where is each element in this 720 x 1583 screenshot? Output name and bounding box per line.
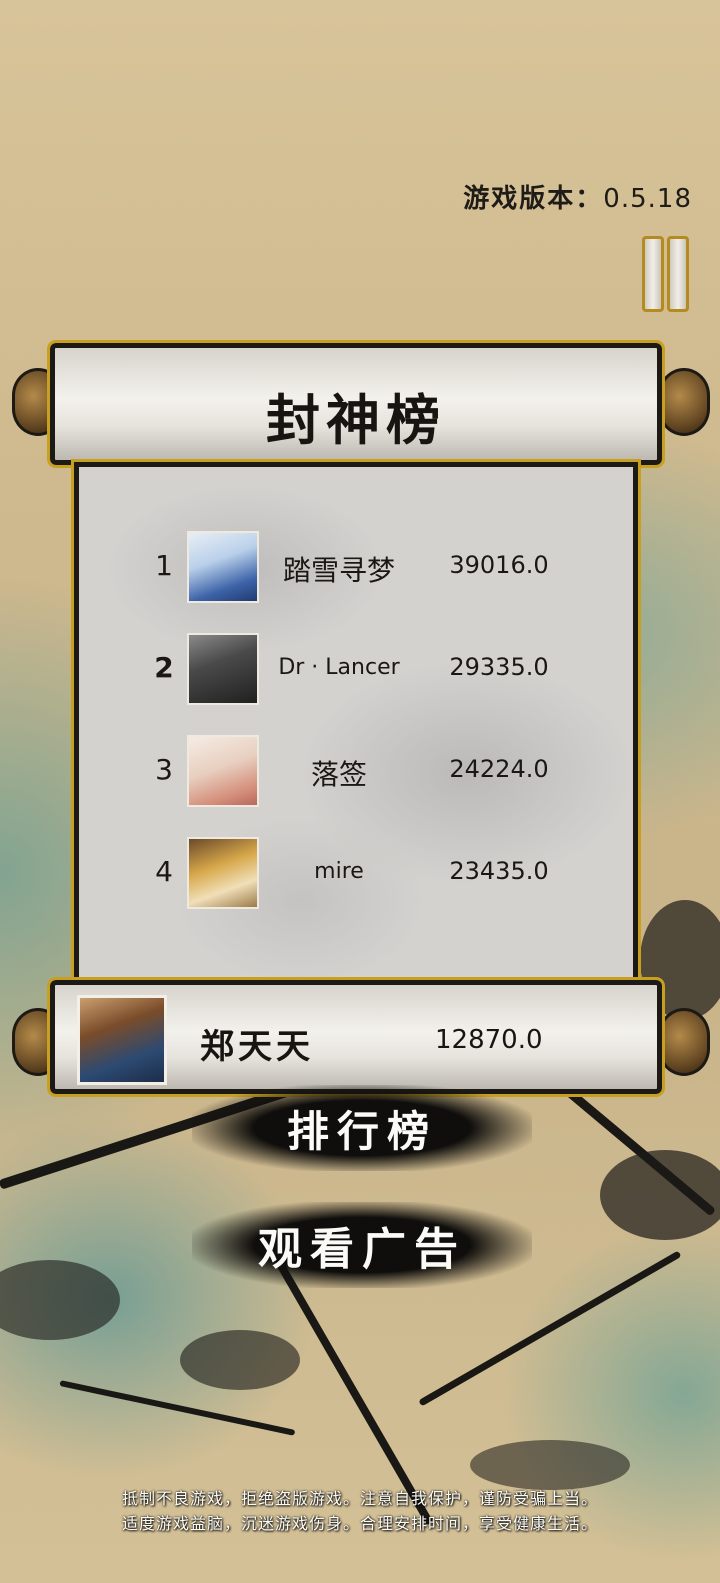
health-notice: 抵制不良游戏，拒绝盗版游戏。注意自我保护，谨防受骗上当。 适度游戏益脑，沉迷游戏… bbox=[0, 1486, 720, 1536]
leaderboard-row[interactable]: 1 踏雪寻梦 39016.0 bbox=[79, 531, 633, 603]
my-score: 12870.0 bbox=[435, 1025, 543, 1055]
leaderboard-title: 封神榜 bbox=[266, 388, 446, 452]
player-score: 23435.0 bbox=[449, 857, 549, 885]
rank-number: 2 bbox=[154, 651, 174, 684]
version-number: 0.5.18 bbox=[603, 184, 692, 214]
player-name: 落签 bbox=[310, 758, 367, 791]
player-name: mire bbox=[314, 859, 364, 884]
rank-number: 3 bbox=[155, 753, 173, 786]
player-score: 39016.0 bbox=[449, 551, 549, 579]
my-name: 郑天天 bbox=[200, 1027, 314, 1067]
player-name: Dr · Lancer bbox=[278, 655, 400, 680]
rank-number: 1 bbox=[155, 549, 173, 582]
avatar bbox=[187, 837, 259, 909]
leaderboard-title-scroll: 封神榜 bbox=[47, 340, 665, 468]
leaderboard-row[interactable]: 2 Dr · Lancer 29335.0 bbox=[79, 633, 633, 705]
avatar bbox=[187, 735, 259, 807]
scroll-knob-right-icon bbox=[658, 1008, 710, 1076]
player-score: 24224.0 bbox=[449, 755, 549, 783]
leaderboard-row[interactable]: 3 落签 24224.0 bbox=[79, 735, 633, 807]
player-name: 踏雪寻梦 bbox=[282, 554, 395, 587]
leaderboard-panel: 1 踏雪寻梦 39016.0 2 Dr · Lancer 29335.0 3 落… bbox=[71, 459, 641, 985]
player-score: 29335.0 bbox=[449, 653, 549, 681]
my-avatar bbox=[77, 995, 167, 1085]
notice-line-1: 抵制不良游戏，拒绝盗版游戏。注意自我保护，谨防受骗上当。 bbox=[121, 1489, 598, 1508]
avatar bbox=[187, 633, 259, 705]
my-rank-scroll: 郑天天 12870.0 bbox=[47, 977, 665, 1097]
version-label: 游戏版本： bbox=[463, 184, 604, 214]
rank-number: 4 bbox=[155, 855, 173, 888]
leaderboard-row[interactable]: 4 mire 23435.0 bbox=[79, 837, 633, 909]
notice-line-2: 适度游戏益脑，沉迷游戏伤身。合理安排时间，享受健康生活。 bbox=[121, 1514, 598, 1533]
watch-ad-button[interactable]: 观看广告 bbox=[192, 1202, 532, 1288]
avatar bbox=[187, 531, 259, 603]
scroll-knob-right-icon bbox=[658, 368, 710, 436]
ranking-button[interactable]: 排行榜 bbox=[192, 1085, 532, 1171]
game-version: 游戏版本：0.5.18 bbox=[463, 178, 692, 215]
